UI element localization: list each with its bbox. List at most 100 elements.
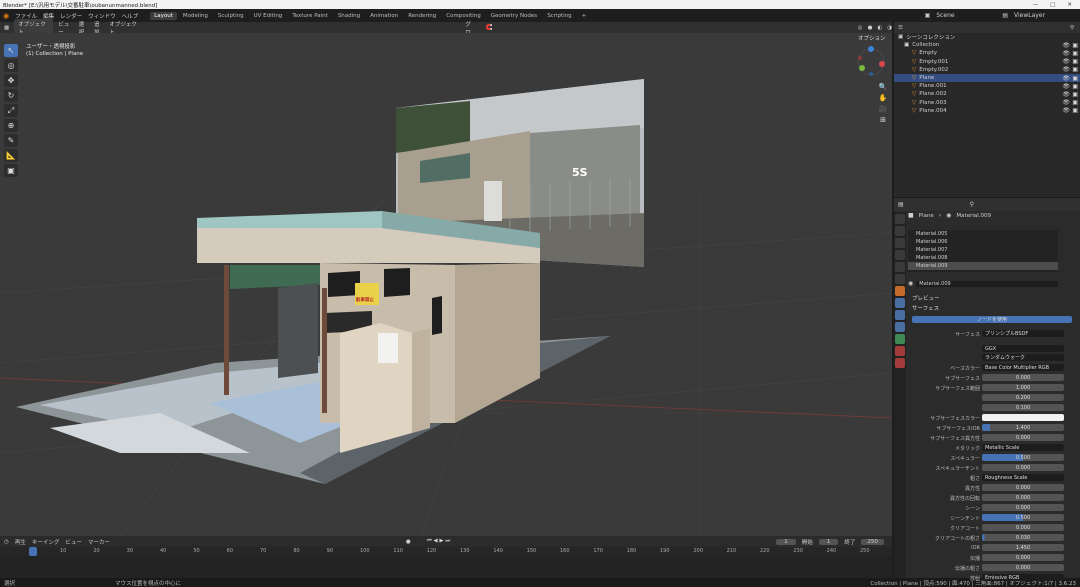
transform-tool-icon[interactable]: ⊕ [4, 119, 18, 132]
properties-editor-icon[interactable]: ▤ [898, 201, 904, 208]
material-slot-list[interactable]: Material.005 Material.006 Material.007 Mate… [908, 230, 1058, 272]
subsurface-method-dropdown[interactable]: ランダムウォーク [982, 354, 1064, 361]
menu-window[interactable]: ウィンドウ [88, 12, 116, 20]
shader-input-field[interactable]: 0.000 [982, 554, 1064, 561]
scale-tool-icon[interactable]: ⤢ [4, 104, 18, 117]
timeline-menu-keying[interactable]: キーイング [32, 538, 60, 546]
cursor-tool-icon[interactable]: ◎ [4, 59, 18, 72]
properties-search-icon[interactable]: ⚲ [970, 201, 974, 208]
visibility-icon[interactable]: 👁 [1062, 107, 1070, 114]
workspace-tab-4[interactable]: Texture Paint [288, 12, 332, 20]
shader-input-field[interactable]: 0.500 [982, 454, 1064, 461]
workspace-tab-7[interactable]: Rendering [404, 12, 440, 20]
visibility-icon[interactable]: 👁 [1062, 91, 1070, 98]
scene-tab-icon[interactable] [895, 262, 905, 272]
render-visibility-icon[interactable]: ▣ [1072, 42, 1078, 49]
snap-icon[interactable]: 🧲 [486, 25, 493, 31]
surface-section[interactable]: サーフェス [912, 304, 939, 312]
outliner-item[interactable]: ▽ Empty 👁 ▣ [894, 49, 1080, 57]
menu-render[interactable]: レンダー [60, 12, 82, 20]
material-slot[interactable]: Material.009 [908, 262, 1058, 270]
shader-input-field[interactable]: 0.500 [982, 514, 1064, 521]
visibility-icon[interactable]: 👁 [1062, 83, 1070, 90]
shader-input-field[interactable]: 0.000 [982, 564, 1064, 571]
visibility-icon[interactable]: 👁 [1062, 75, 1070, 82]
workspace-tab-5[interactable]: Shading [334, 12, 364, 20]
outliner-item[interactable]: ▽ Empty.002 👁 ▣ [894, 66, 1080, 74]
record-button[interactable]: ● [406, 539, 411, 545]
render-visibility-icon[interactable]: ▣ [1072, 91, 1078, 98]
shader-input-field[interactable]: 0.000 [982, 504, 1064, 511]
ortho-grid-icon[interactable]: ⊞ [880, 116, 886, 124]
particles-tab-icon[interactable] [895, 310, 905, 320]
shader-input-field[interactable]: 0.000 [982, 484, 1064, 491]
shader-input-field[interactable]: 0.030 [982, 534, 1064, 541]
tool-tab-icon[interactable] [895, 214, 905, 224]
outliner-root[interactable]: ▣ シーンコレクション [894, 33, 1080, 41]
outliner-item[interactable]: ▽ Plane.003 👁 ▣ [894, 99, 1080, 107]
render-visibility-icon[interactable]: ▣ [1072, 75, 1078, 82]
distribution-dropdown[interactable]: GGX [982, 345, 1064, 352]
visibility-icon[interactable]: 👁 [1062, 66, 1070, 73]
material-name-field[interactable]: Material.009 [916, 280, 1058, 287]
shader-input-field[interactable]: 1.450 [982, 544, 1064, 551]
shader-input-field[interactable]: 0.000 [982, 524, 1064, 531]
material-browse-icon[interactable]: ◉ [908, 280, 913, 287]
editor-type-icon[interactable]: ▦ [4, 25, 9, 31]
timeline-menu-view[interactable]: ビュー [65, 538, 82, 546]
preview-section[interactable]: プレビュー [912, 294, 940, 302]
3d-viewport[interactable]: 5S 駐車禁止 [0, 33, 892, 536]
outliner-item[interactable]: ▣ Collection 👁 ▣ [894, 41, 1080, 49]
outliner-item[interactable]: ▽ Plane.001 👁 ▣ [894, 82, 1080, 90]
data-tab-icon[interactable] [895, 334, 905, 344]
material-slot[interactable]: Material.008 [908, 254, 1058, 262]
zoom-icon[interactable]: 🔍 [879, 83, 888, 91]
workspace-tab-6[interactable]: Animation [366, 12, 402, 20]
outliner-filter-icon[interactable]: ⚲ [1070, 25, 1080, 31]
move-tool-icon[interactable]: ✥ [4, 74, 18, 87]
workspace-tab-2[interactable]: Sculpting [214, 12, 248, 20]
timeline-ruler[interactable]: 1102030405060708090100110120130140150160… [0, 547, 892, 556]
output-tab-icon[interactable] [895, 238, 905, 248]
workspace-tab-3[interactable]: UV Editing [250, 12, 287, 20]
navigation-gizmo[interactable] [856, 44, 886, 80]
camera-view-icon[interactable]: 🎥 [879, 105, 888, 113]
shading-render-icon[interactable]: ◑ [887, 25, 892, 31]
proportional-edit-icon[interactable]: ◎ [858, 25, 863, 31]
workspace-tab-0[interactable]: Layout [150, 11, 177, 20]
render-visibility-icon[interactable]: ▣ [1072, 83, 1078, 90]
shader-input-field[interactable]: Metallic Scale [982, 444, 1064, 451]
world-tab-icon[interactable] [895, 274, 905, 284]
close-button[interactable]: ✕ [1067, 2, 1072, 8]
surface-shader-field[interactable]: プリンシプルBSDF [982, 330, 1064, 337]
rotate-tool-icon[interactable]: ↻ [4, 89, 18, 102]
outliner-item[interactable]: ▽ Plane.002 👁 ▣ [894, 90, 1080, 98]
pan-hand-icon[interactable]: ✋ [879, 94, 888, 102]
workspace-tab-10[interactable]: Scripting [543, 12, 575, 20]
outliner-item[interactable]: ▽ Empty.001 👁 ▣ [894, 58, 1080, 66]
outliner-editor-icon[interactable]: ☰ [898, 25, 903, 31]
render-visibility-icon[interactable]: ▣ [1072, 107, 1078, 114]
render-visibility-icon[interactable]: ▣ [1072, 50, 1078, 57]
measure-tool-icon[interactable]: 📐 [4, 149, 18, 162]
workspace-tab-11[interactable]: + [578, 12, 591, 20]
emission-field[interactable]: Emissive RGB [982, 574, 1064, 581]
shader-input-field[interactable]: 0.000 [982, 494, 1064, 501]
shader-input-field[interactable]: Base Color Multiplier RGB [982, 364, 1064, 371]
render-tab-icon[interactable] [895, 226, 905, 236]
outliner-item[interactable]: ▽ Plane.004 👁 ▣ [894, 107, 1080, 115]
view-layer-tab-icon[interactable] [895, 250, 905, 260]
shading-solid-icon[interactable]: ● [868, 25, 873, 31]
texture-tab-icon[interactable] [895, 358, 905, 368]
shader-input-field[interactable]: 1.400 [982, 424, 1064, 431]
blender-logo-icon[interactable]: ◉ [3, 12, 9, 20]
select-tool-icon[interactable]: ↖ [4, 44, 18, 57]
render-visibility-icon[interactable]: ▣ [1072, 58, 1078, 65]
shader-input-field[interactable]: 0.000 [982, 434, 1064, 441]
scene-name[interactable]: Scene [936, 12, 996, 19]
use-nodes-button[interactable]: ノードを使用 [912, 316, 1072, 323]
material-slot[interactable]: Material.005 [908, 230, 1058, 238]
menu-help[interactable]: ヘルプ [122, 12, 139, 20]
minimize-button[interactable]: — [1033, 2, 1039, 8]
visibility-icon[interactable]: 👁 [1062, 42, 1070, 49]
